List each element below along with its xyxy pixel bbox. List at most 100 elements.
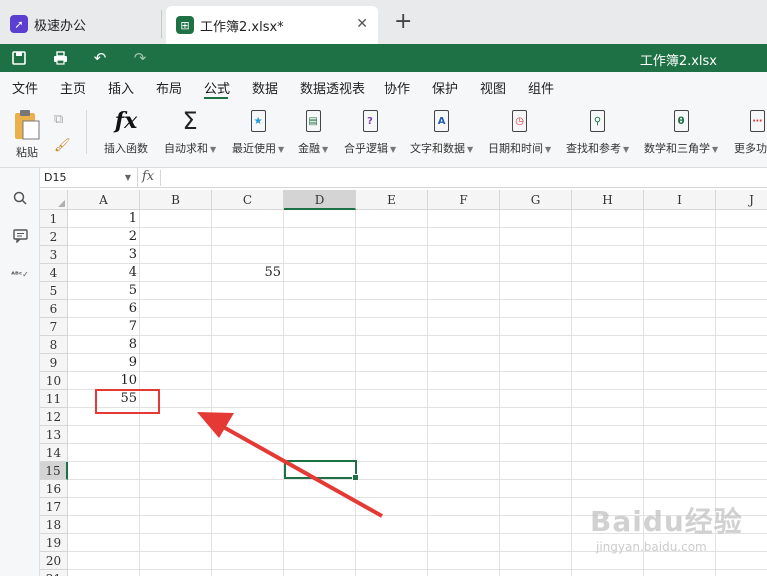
menu-file[interactable]: 文件 [12, 78, 38, 97]
financial-button[interactable]: ▤ 金融 ▼ [298, 106, 328, 156]
menu-formula[interactable]: 公式 [204, 78, 230, 97]
column-header-i[interactable]: I [644, 190, 716, 210]
column-header-h[interactable]: H [572, 190, 644, 210]
sigma-icon: Σ [182, 107, 198, 135]
chevron-down-icon[interactable]: ▼ [125, 168, 131, 187]
cell-a5[interactable]: 5 [68, 282, 140, 300]
formula-bar: D15 ▼ fx [40, 168, 767, 188]
row-header-5[interactable]: 5 [40, 282, 68, 300]
highlight-box [95, 389, 160, 414]
menu-home[interactable]: 主页 [60, 78, 86, 97]
insert-function-button[interactable]: fx 插入函数 [104, 106, 148, 156]
cell-a7[interactable]: 7 [68, 318, 140, 336]
spellcheck-icon[interactable]: ᴬᴮᶜ✓ [10, 264, 30, 284]
save-icon[interactable] [8, 47, 30, 69]
redo-icon[interactable]: ↷ [129, 47, 151, 69]
row-header-8[interactable]: 8 [40, 336, 68, 354]
column-header-j[interactable]: J [716, 190, 767, 210]
column-header-b[interactable]: B [140, 190, 212, 210]
row-header-14[interactable]: 14 [40, 444, 68, 462]
fx-icon: fx [114, 108, 138, 134]
row-header-2[interactable]: 2 [40, 228, 68, 246]
menu-pivot-table[interactable]: 数据透视表 [300, 78, 365, 97]
undo-icon[interactable]: ↶ [89, 47, 111, 69]
row-header-17[interactable]: 17 [40, 498, 68, 516]
datetime-button[interactable]: ◷ 日期和时间 ▼ [488, 106, 551, 156]
watermark-logo: Baidu经验 [590, 505, 743, 538]
clock-book-icon: ◷ [488, 106, 551, 136]
row-header-7[interactable]: 7 [40, 318, 68, 336]
quick-access-toolbar: ↶ ↷ 工作簿2.xlsx [0, 44, 767, 72]
menu-collaborate[interactable]: 协作 [384, 78, 410, 97]
column-header-g[interactable]: G [500, 190, 572, 210]
row-header-15[interactable]: 15 [40, 462, 68, 480]
column-header-e[interactable]: E [356, 190, 428, 210]
cell-c4[interactable]: 55 [212, 264, 284, 282]
cell-a4[interactable]: 4 [68, 264, 140, 282]
cell-a9[interactable]: 9 [68, 354, 140, 372]
search-icon[interactable] [10, 188, 30, 208]
gridline-horizontal [68, 479, 767, 480]
gridline-horizontal [68, 497, 767, 498]
logical-button[interactable]: ? 合乎逻辑 ▼ [344, 106, 396, 156]
cell-a1[interactable]: 1 [68, 210, 140, 228]
row-header-3[interactable]: 3 [40, 246, 68, 264]
column-header-a[interactable]: A [68, 190, 140, 210]
row-header-9[interactable]: 9 [40, 354, 68, 372]
menu-view[interactable]: 视图 [480, 78, 506, 97]
row-header-11[interactable]: 11 [40, 390, 68, 408]
tab-home[interactable]: ➚ 极速办公 [0, 10, 162, 38]
row-header-12[interactable]: 12 [40, 408, 68, 426]
row-header-16[interactable]: 16 [40, 480, 68, 498]
column-header-c[interactable]: C [212, 190, 284, 210]
left-sidebar: ᴬᴮᶜ✓ [0, 168, 40, 576]
spreadsheet-icon: ⊞ [176, 16, 194, 34]
menu-data[interactable]: 数据 [252, 78, 278, 97]
text-button[interactable]: A 文字和数据 ▼ [410, 106, 473, 156]
row-header-13[interactable]: 13 [40, 426, 68, 444]
close-icon[interactable]: ✕ [356, 16, 368, 32]
cell-a6[interactable]: 6 [68, 300, 140, 318]
menu-protect[interactable]: 保护 [432, 78, 458, 97]
row-header-20[interactable]: 20 [40, 552, 68, 570]
row-header-1[interactable]: 1 [40, 210, 68, 228]
watermark: Baidu经验 jingyan.baidu.com [590, 500, 760, 570]
row-header-21[interactable]: 21 [40, 570, 68, 576]
new-tab-button[interactable]: + [394, 10, 412, 34]
autosum-button[interactable]: Σ 自动求和 ▼ [164, 106, 216, 156]
money-book-icon: ▤ [298, 106, 328, 136]
format-painter-icon[interactable]: 🖌 [54, 138, 71, 153]
cell-a2[interactable]: 2 [68, 228, 140, 246]
gridline-horizontal [68, 389, 767, 390]
row-header-18[interactable]: 18 [40, 516, 68, 534]
row-header-10[interactable]: 10 [40, 372, 68, 390]
copy-icon[interactable]: ⧉ [54, 112, 63, 127]
insert-function-label: 插入函数 [104, 142, 148, 155]
more-functions-button[interactable]: ⋯ 更多功能 [734, 106, 767, 166]
print-icon[interactable] [49, 47, 71, 69]
gridline-horizontal [68, 461, 767, 462]
comment-icon[interactable] [10, 226, 30, 246]
tab-workbook[interactable]: ⊞ 工作簿2.xlsx* ✕ [166, 6, 378, 44]
menu-layout[interactable]: 布局 [156, 78, 182, 97]
more-book-icon: ⋯ [734, 106, 767, 136]
cell-a10[interactable]: 10 [68, 372, 140, 390]
cell-a8[interactable]: 8 [68, 336, 140, 354]
name-box[interactable]: D15 ▼ [40, 168, 138, 188]
menu-insert[interactable]: 插入 [108, 78, 134, 97]
select-all-corner[interactable] [40, 190, 68, 210]
active-cell-cursor[interactable] [284, 460, 359, 481]
row-header-6[interactable]: 6 [40, 300, 68, 318]
column-header-d[interactable]: D [284, 190, 356, 210]
fx-icon[interactable]: fx [142, 169, 154, 184]
row-header-4[interactable]: 4 [40, 264, 68, 282]
lookup-button[interactable]: ⚲ 查找和参考 ▼ [566, 106, 629, 156]
recent-button[interactable]: ★ 最近使用 ▼ [232, 106, 284, 156]
menu-plugins[interactable]: 组件 [528, 78, 554, 97]
paste-button[interactable]: 粘贴 [12, 110, 42, 160]
row-header-19[interactable]: 19 [40, 534, 68, 552]
cell-a3[interactable]: 3 [68, 246, 140, 264]
math-button[interactable]: θ 数学和三角学 ▼ [644, 106, 718, 156]
gridline-vertical [571, 210, 572, 576]
column-header-f[interactable]: F [428, 190, 500, 210]
